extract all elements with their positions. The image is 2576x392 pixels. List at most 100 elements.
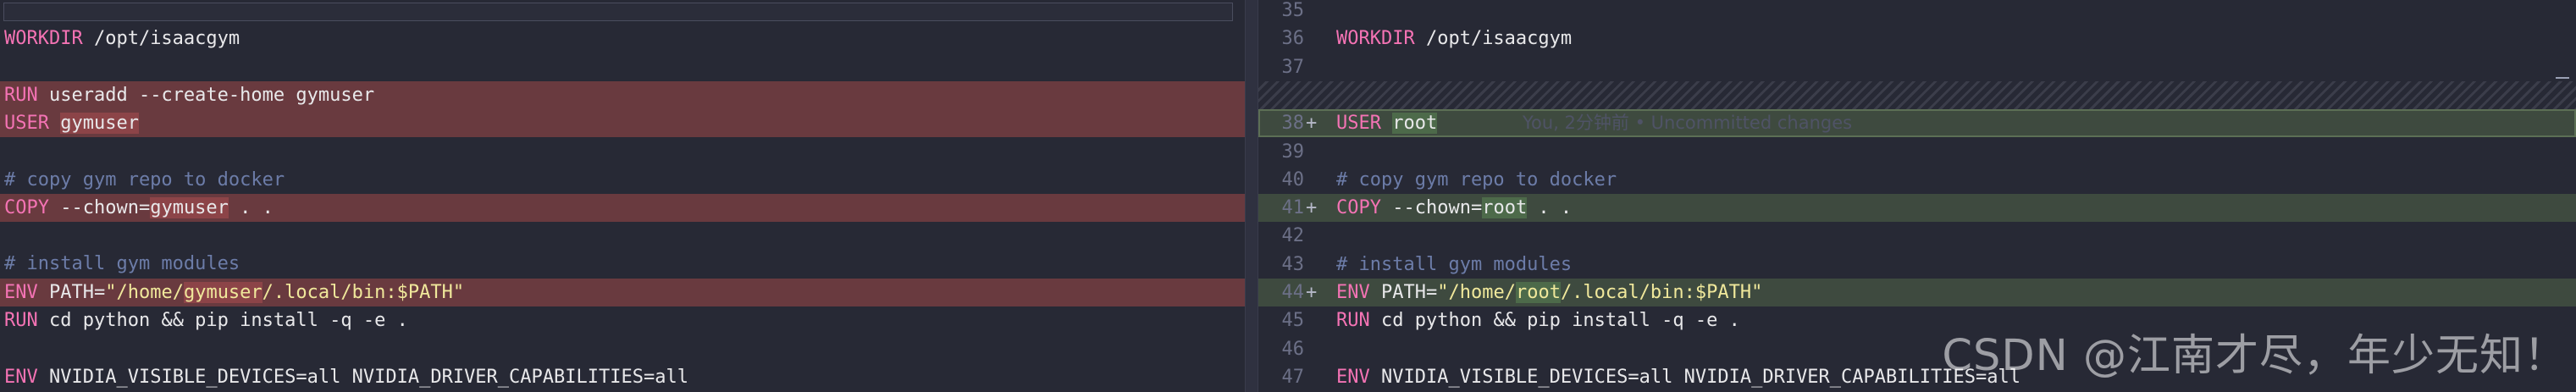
token: PATH= [1369,282,1438,303]
code-text: # copy gym repo to docker [4,166,285,194]
token: PATH= [37,281,106,303]
code-line[interactable]: 39 [1258,138,2576,166]
code-line[interactable]: 43 # install gym modules [1258,251,2576,279]
code-text: ENV NVIDIA_VISIBLE_DEVICES=all NVIDIA_DR… [1336,363,2020,391]
watermark: CSDN @江南才尽，年少无知！ [1942,331,2568,381]
token: cd python && pip install -q -e . [37,310,408,331]
code-text: USER gymuser [4,109,139,137]
git-blame-annotation: You, 2分钟前 • Uncommitted changes [1523,113,1853,134]
line-number: 43 [1281,253,1305,275]
code-line[interactable] [0,52,1245,80]
token: gymuser [150,196,229,218]
token: cd python && pip install -q -e . [1369,310,1740,332]
token: USER [1336,113,1381,135]
code-line[interactable]: RUN cd python && pip install -q -e . [0,306,1245,334]
find-input[interactable] [3,3,1233,21]
code-line[interactable]: 35 [1258,0,2576,25]
code-line[interactable]: 42 [1258,222,2576,250]
diff-editor: WORKDIR /opt/isaacgym RUN useradd --creat… [0,0,2576,392]
line-number: 39 [1281,141,1305,163]
token: . . [1527,197,1573,219]
token: NVIDIA_VISIBLE_DEVICES=all NVIDIA_DRIVER… [37,366,688,388]
code-line[interactable]: # install gym modules [0,250,1245,278]
token: /.local/bin:$PATH" [1560,282,1763,303]
token: USER [4,112,49,134]
token: --chown= [1380,197,1483,219]
line-number: 40 [1281,168,1305,190]
token: root [1515,282,1561,303]
token: # install gym modules [1336,253,1573,275]
code-line[interactable]: COPY --chown=gymuser . . [0,193,1245,222]
code-line[interactable]: # copy gym repo to docker [0,166,1245,194]
line-number: 42 [1281,225,1305,247]
line-number: 38 [1281,113,1305,135]
token: root [1392,113,1438,135]
token: "/home/ [105,281,184,303]
line-number: 44 [1281,282,1305,303]
token: . . [228,196,274,218]
token: gymuser [60,112,139,134]
token: /opt/isaacgym [82,28,240,49]
token: ENV [1336,366,1370,388]
code-text: # install gym modules [4,250,240,278]
token: # copy gym repo to docker [1336,168,1617,190]
token: RUN [1336,310,1370,332]
line-number: 37 [1281,56,1305,78]
code-text: COPY --chown=root . . [1336,194,1572,222]
code-line[interactable]: WORKDIR /opt/isaacgym [0,25,1245,52]
code-text: # copy gym repo to docker [1336,166,1617,194]
token: /opt/isaacgym [1414,28,1573,50]
code-text: RUN useradd --create-home gymuser [4,81,374,109]
token: WORKDIR [4,28,83,49]
code-text: RUN cd python && pip install -q -e . [4,306,408,334]
code-line[interactable] [1258,80,2576,109]
code-line[interactable]: 44 + ENV PATH="/home/root/.local/bin:$PATH… [1258,279,2576,306]
token: RUN [4,310,38,331]
pane-divider[interactable] [1245,0,1258,392]
code-line[interactable]: 38 + USER root You, 2分钟前 • Uncommitted chan… [1258,109,2576,138]
code-text: WORKDIR /opt/isaacgym [1336,25,1572,52]
token: /.local/bin:$PATH" [262,281,465,303]
code-line[interactable]: 37 [1258,53,2576,81]
code-line[interactable]: 41 + COPY --chown=root . . [1258,194,2576,223]
diff-pane-original[interactable]: WORKDIR /opt/isaacgym RUN useradd --creat… [0,0,1245,392]
token: ENV [4,281,38,303]
code-text: COPY --chown=gymuser . . [4,194,274,222]
code-text: ENV NVIDIA_VISIBLE_DEVICES=all NVIDIA_DR… [4,363,688,391]
code-text: # install gym modules [1336,251,1572,279]
code-line[interactable]: 40 # copy gym repo to docker [1258,166,2576,194]
code-text: ENV PATH="/home/gymuser/.local/bin:$PATH… [4,279,464,306]
token: WORKDIR [1336,28,1415,50]
token: COPY [1336,197,1381,219]
line-number: 46 [1281,338,1305,360]
code-text: WORKDIR /opt/isaacgym [4,25,240,52]
token: COPY [4,196,49,218]
code-line[interactable] [0,137,1245,165]
token: gymuser [183,281,263,303]
line-number: 45 [1281,310,1305,332]
token: # install gym modules [4,253,240,275]
code-line[interactable]: USER gymuser [0,108,1245,137]
code-line[interactable] [0,222,1245,250]
line-number: 35 [1281,0,1305,21]
code-text: RUN cd python && pip install -q -e . [1336,306,1740,334]
code-line[interactable]: 36 WORKDIR /opt/isaacgym [1258,25,2576,52]
token: useradd --create-home gymuser [37,84,375,106]
diff-marker: + [1306,113,1318,135]
token: NVIDIA_VISIBLE_DEVICES=all NVIDIA_DRIVER… [1369,366,2020,388]
token: ENV [4,366,38,388]
line-number: 47 [1281,366,1305,388]
token: --chown= [48,196,151,218]
line-number: 36 [1281,28,1305,50]
diff-marker: + [1306,282,1318,303]
code-line[interactable]: ENV PATH="/home/gymuser/.local/bin:$PATH… [0,278,1245,306]
code-line[interactable] [0,334,1245,362]
line-number: 41 [1281,197,1305,219]
code-text: ENV PATH="/home/root/.local/bin:$PATH" [1336,279,1762,306]
diff-marker: + [1306,197,1318,219]
token: root [1482,197,1528,219]
code-line[interactable]: ENV NVIDIA_VISIBLE_DEVICES=all NVIDIA_DR… [0,363,1245,391]
token: ENV [1336,282,1370,303]
code-line[interactable]: RUN useradd --create-home gymuser [0,80,1245,109]
